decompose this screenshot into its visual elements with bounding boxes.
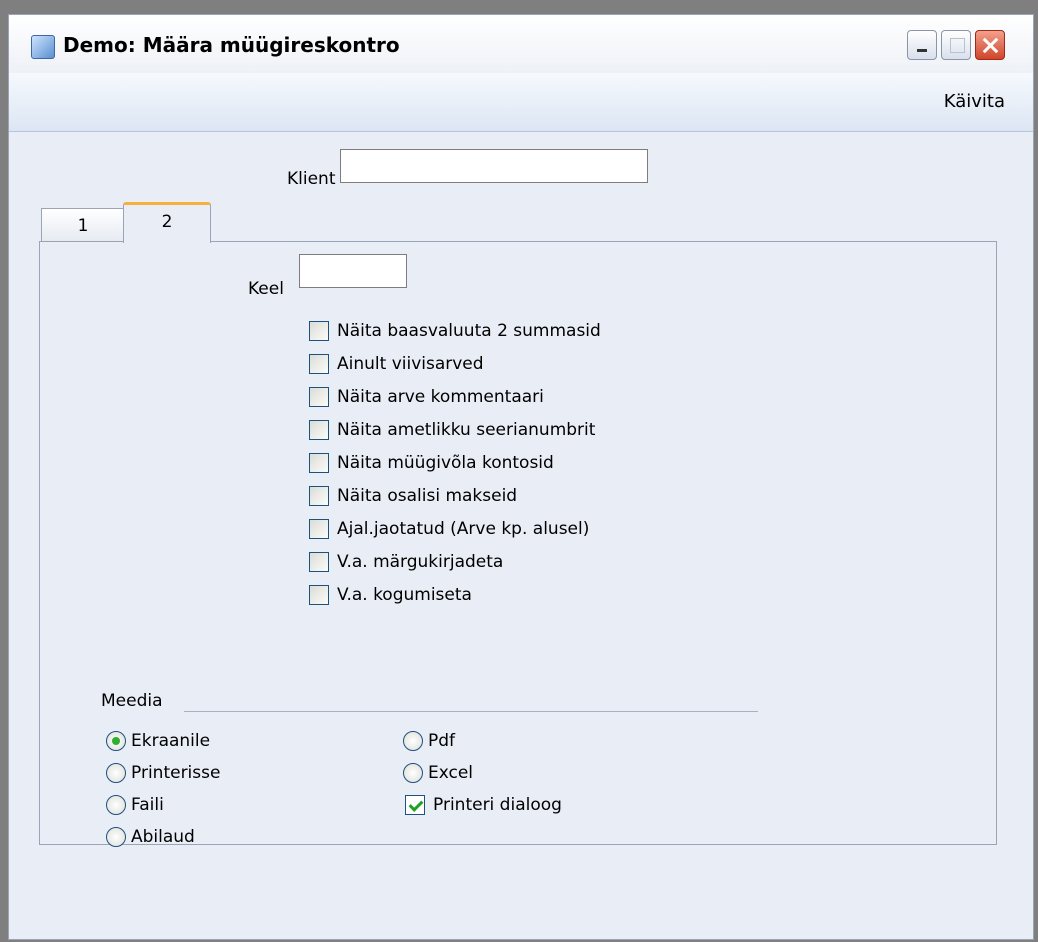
toolbar: Käivita bbox=[9, 73, 1033, 132]
checkbox[interactable] bbox=[309, 585, 329, 605]
checkbox-label: V.a. märgukirjadeta bbox=[337, 552, 504, 572]
run-button[interactable]: Käivita bbox=[944, 91, 1005, 112]
radio-label: Excel bbox=[428, 763, 474, 783]
checkbox[interactable] bbox=[309, 387, 329, 407]
maximize-button[interactable] bbox=[941, 30, 971, 60]
checkbox[interactable] bbox=[309, 420, 329, 440]
radio-button[interactable] bbox=[403, 731, 423, 751]
checkbox[interactable] bbox=[309, 552, 329, 572]
minimize-button[interactable] bbox=[907, 30, 937, 60]
radio-button[interactable] bbox=[106, 827, 126, 847]
language-label: Keel bbox=[248, 279, 284, 299]
radio-button[interactable] bbox=[106, 731, 126, 751]
checkbox-label: Ainult viivisarved bbox=[337, 354, 484, 374]
checkbox-label: Printeri dialoog bbox=[433, 795, 562, 815]
radio-label: Ekraanile bbox=[131, 731, 211, 751]
checkbox-label: V.a. kogumiseta bbox=[337, 585, 472, 605]
checkbox-label: Näita osalisi makseid bbox=[337, 486, 518, 506]
radio-label: Printerisse bbox=[131, 763, 221, 783]
title-bar[interactable]: Demo: Määra müügireskontro bbox=[9, 15, 1033, 74]
radio-button[interactable] bbox=[403, 763, 423, 783]
radio-label: Pdf bbox=[428, 731, 456, 751]
media-divider bbox=[184, 711, 758, 712]
checkbox-label: Ajal.jaotatud (Arve kp. alusel) bbox=[337, 519, 590, 539]
report-window: Demo: Määra müügireskontro Käivita Klien… bbox=[8, 14, 1034, 940]
window-title: Demo: Määra müügireskontro bbox=[63, 33, 400, 57]
language-input[interactable] bbox=[299, 254, 407, 288]
close-button[interactable] bbox=[975, 30, 1005, 60]
checkbox-label: Näita arve kommentaari bbox=[337, 387, 544, 407]
client-label: Klient bbox=[287, 169, 336, 189]
app-icon bbox=[31, 35, 55, 59]
checkbox-label: Näita müügivõla kontosid bbox=[337, 453, 554, 473]
radio-button[interactable] bbox=[106, 795, 126, 815]
checkbox-label: Näita baasvaluuta 2 summasid bbox=[337, 321, 601, 341]
checkbox-label: Näita ametlikku seerianumbrit bbox=[337, 420, 596, 440]
checkbox[interactable] bbox=[309, 519, 329, 539]
radio-label: Abilaud bbox=[131, 827, 195, 847]
checkbox[interactable] bbox=[309, 354, 329, 374]
client-input[interactable] bbox=[340, 149, 648, 183]
checkbox[interactable] bbox=[309, 453, 329, 473]
checkbox[interactable] bbox=[309, 486, 329, 506]
media-group-title: Meedia bbox=[101, 691, 163, 711]
checkbox[interactable] bbox=[309, 321, 329, 341]
radio-button[interactable] bbox=[106, 763, 126, 783]
checkbox-checked[interactable] bbox=[405, 795, 425, 815]
tab-2[interactable]: 2 bbox=[123, 202, 211, 243]
tab-1[interactable]: 1 bbox=[41, 208, 125, 242]
radio-label: Faili bbox=[131, 795, 164, 815]
